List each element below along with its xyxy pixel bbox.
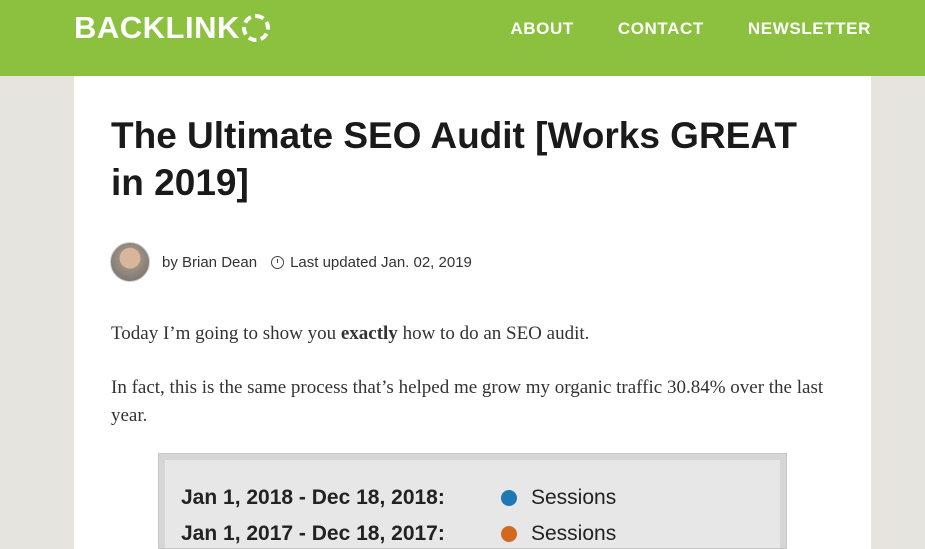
date-range-label: Jan 1, 2018 - Dec 18, 2018: — [181, 486, 445, 509]
article-container: The Ultimate SEO Audit [Works GREAT in 2… — [74, 76, 871, 549]
analytics-panel: Jan 1, 2018 - Dec 18, 2018: Sessions Jan… — [165, 460, 780, 548]
series-dot-icon — [501, 526, 517, 542]
analytics-screenshot: Jan 1, 2018 - Dec 18, 2018: Sessions Jan… — [158, 453, 787, 549]
article-title: The Ultimate SEO Audit [Works GREAT in 2… — [111, 115, 797, 203]
traffic-paragraph: In fact, this is the same process that’s… — [111, 377, 824, 426]
nav-about[interactable]: ABOUT — [510, 19, 573, 39]
site-header: BACKLINK ABOUT CONTACT NEWSLETTER — [0, 0, 925, 76]
date-range-label: Jan 1, 2017 - Dec 18, 2017: — [181, 522, 445, 545]
author-byline: by Brian Dean — [162, 253, 258, 271]
last-updated: Last updated Jan. 02, 2019 — [290, 253, 472, 271]
intro-paragraph: Today I’m going to show you exactly how … — [111, 320, 589, 348]
nav-newsletter[interactable]: NEWSLETTER — [748, 19, 871, 39]
intro-emphasis: exactly — [340, 323, 398, 344]
logo-ring-icon — [241, 14, 270, 42]
date-range-row: Jan 1, 2018 - Dec 18, 2018: Sessions — [181, 486, 616, 510]
nav-contact[interactable]: CONTACT — [618, 19, 704, 39]
main-nav: ABOUT CONTACT NEWSLETTER — [510, 19, 871, 39]
site-logo[interactable]: BACKLINK — [74, 10, 270, 46]
intro-text-start: Today I’m going to show you — [111, 323, 341, 344]
series-label: Sessions — [531, 522, 617, 545]
series-dot-icon — [501, 490, 517, 506]
author-avatar — [110, 242, 150, 282]
intro-text-end: how to do an SEO audit. — [397, 323, 590, 344]
date-range-row: Jan 1, 2017 - Dec 18, 2017: Sessions — [181, 522, 616, 546]
series-label: Sessions — [531, 486, 617, 509]
logo-text: BACKLINK — [74, 10, 240, 45]
clock-icon — [271, 255, 285, 269]
article-meta: by Brian Dean Last updated Jan. 02, 2019 — [110, 242, 472, 282]
